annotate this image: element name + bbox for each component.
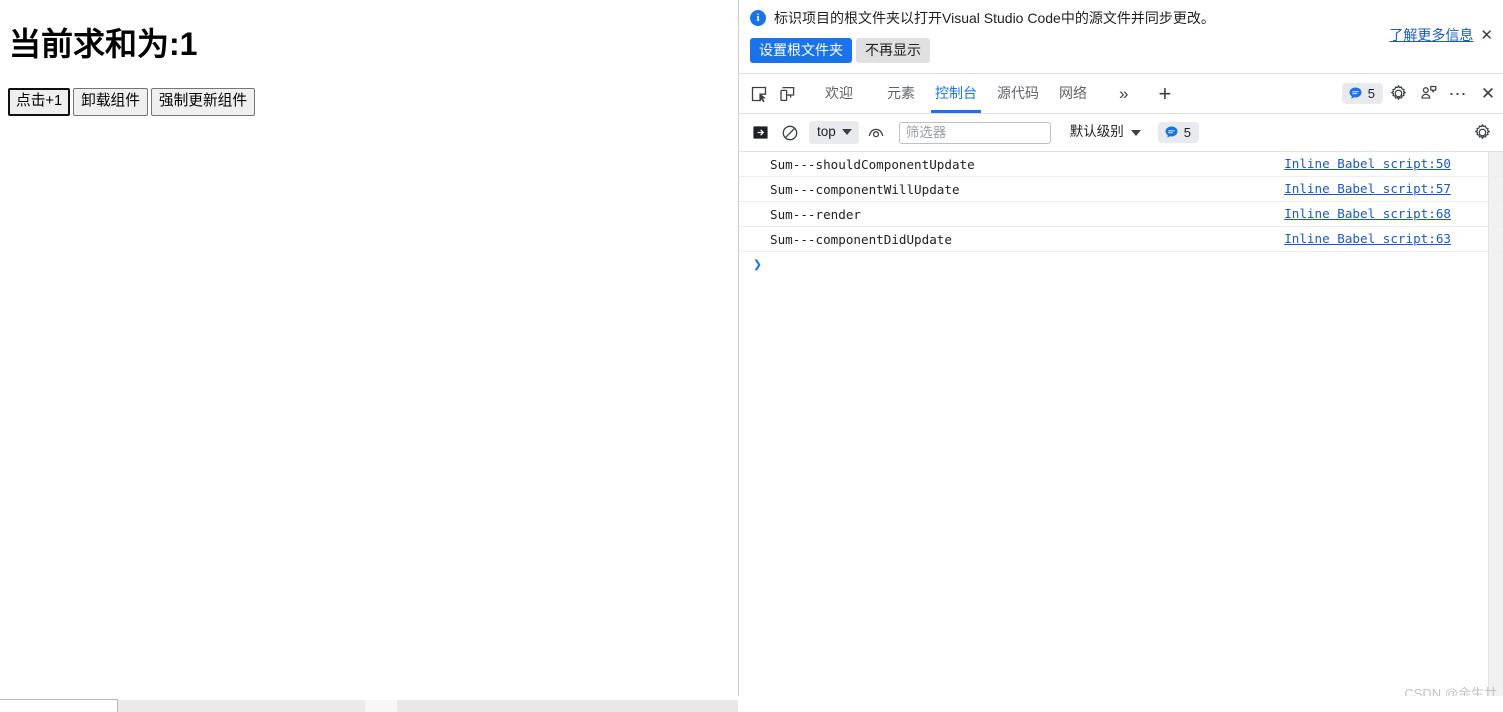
console-log-row[interactable]: Sum---componentWillUpdate Inline Babel s… (739, 177, 1503, 202)
prompt-caret-icon: ❯ (753, 254, 763, 273)
infobar-actions: 设置根文件夹 不再显示 (750, 38, 930, 63)
more-tabs-icon[interactable]: » (1111, 85, 1136, 102)
screen: 当前求和为:1 点击+1 卸载组件 强制更新组件 i 标识项目的根文件夹以打开V… (0, 0, 1503, 712)
eye-icon[interactable] (863, 120, 889, 146)
console-issues-count: 5 (1183, 125, 1192, 140)
execution-context-value: top (817, 123, 836, 139)
devtools-tabbar: 欢迎 元素 控制台 源代码 网络 » + 5 ⋯ ✕ (739, 74, 1503, 114)
message-bubble-icon (1349, 87, 1362, 99)
bottom-strip-segment (397, 700, 738, 712)
bottom-strip-segment (365, 700, 397, 712)
console-settings-gear-icon[interactable] (1469, 120, 1495, 146)
console-log-source-link[interactable]: Inline Babel script:63 (1284, 231, 1451, 246)
gear-icon[interactable] (1383, 79, 1413, 109)
info-icon: i (750, 10, 766, 26)
tab-elements[interactable]: 元素 (877, 74, 925, 113)
console-log-text: Sum---componentDidUpdate (770, 231, 952, 247)
page-title: 当前求和为:1 (9, 26, 198, 62)
add-tab-button[interactable]: + (1150, 82, 1179, 105)
infobar-right-group: 了解更多信息 ✕ (1389, 25, 1493, 45)
web-page-viewport: 当前求和为:1 点击+1 卸载组件 强制更新组件 (0, 0, 738, 696)
issues-count: 5 (1367, 86, 1375, 101)
console-log-row[interactable]: Sum---render Inline Babel script:68 (739, 202, 1503, 227)
console-toolbar: top 默认级别 5 (739, 114, 1503, 152)
console-log-row[interactable]: Sum---shouldComponentUpdate Inline Babel… (739, 152, 1503, 177)
console-messages: Sum---shouldComponentUpdate Inline Babel… (739, 152, 1503, 696)
unmount-component-button[interactable]: 卸载组件 (73, 88, 148, 116)
inspect-element-icon[interactable] (745, 80, 773, 108)
console-log-source-link[interactable]: Inline Babel script:68 (1284, 206, 1451, 221)
console-prompt[interactable]: ❯ (739, 252, 1503, 276)
log-level-select[interactable]: 默认级别 (1065, 121, 1146, 143)
learn-more-link[interactable]: 了解更多信息 (1389, 25, 1473, 45)
console-log-text: Sum---componentWillUpdate (770, 181, 960, 197)
force-update-component-button[interactable]: 强制更新组件 (150, 88, 256, 116)
tab-sources[interactable]: 源代码 (987, 74, 1049, 113)
dont-show-again-button[interactable]: 不再显示 (856, 38, 930, 63)
increment-button[interactable]: 点击+1 (8, 88, 71, 116)
console-log-text: Sum---render (770, 206, 861, 222)
set-root-folder-button[interactable]: 设置根文件夹 (750, 38, 852, 63)
page-button-row: 点击+1 卸载组件 强制更新组件 (8, 88, 256, 116)
close-icon[interactable]: ✕ (1480, 28, 1493, 43)
bottom-strip-segment (118, 700, 365, 712)
device-toolbar-icon[interactable] (773, 80, 801, 108)
tab-console[interactable]: 控制台 (925, 74, 987, 113)
console-issues-badge[interactable]: 5 (1157, 122, 1200, 143)
more-options-icon[interactable]: ⋯ (1443, 79, 1473, 109)
tab-welcome[interactable]: 欢迎 (815, 74, 863, 113)
console-filter-input[interactable] (898, 121, 1051, 144)
console-log-text: Sum---shouldComponentUpdate (770, 156, 975, 172)
close-devtools-icon[interactable]: ✕ (1473, 79, 1503, 109)
execution-context-select[interactable]: top (809, 120, 859, 145)
bottom-strip-segment (0, 699, 118, 712)
devtools-panel: i 标识项目的根文件夹以打开Visual Studio Code中的源文件并同步… (738, 0, 1503, 696)
chevron-down-icon (1130, 129, 1141, 136)
tab-network[interactable]: 网络 (1049, 74, 1097, 113)
console-log-row[interactable]: Sum---componentDidUpdate Inline Babel sc… (739, 227, 1503, 252)
issues-badge[interactable]: 5 (1341, 83, 1383, 104)
clear-console-icon[interactable] (777, 120, 803, 146)
bottom-strip (0, 696, 1503, 712)
message-bubble-icon (1165, 126, 1178, 138)
chevron-down-icon (841, 129, 852, 135)
infobar-message: 标识项目的根文件夹以打开Visual Studio Code中的源文件并同步更改… (774, 10, 1215, 26)
log-level-value: 默认级别 (1069, 124, 1124, 140)
console-log-source-link[interactable]: Inline Babel script:57 (1284, 181, 1451, 196)
workspace-infobar: i 标识项目的根文件夹以打开Visual Studio Code中的源文件并同步… (739, 0, 1503, 74)
infobar-message-row: i 标识项目的根文件夹以打开Visual Studio Code中的源文件并同步… (750, 8, 1215, 28)
ai-assistant-icon[interactable] (1413, 79, 1443, 109)
console-log-source-link[interactable]: Inline Babel script:50 (1284, 156, 1451, 171)
console-sidebar-icon[interactable] (747, 120, 773, 146)
